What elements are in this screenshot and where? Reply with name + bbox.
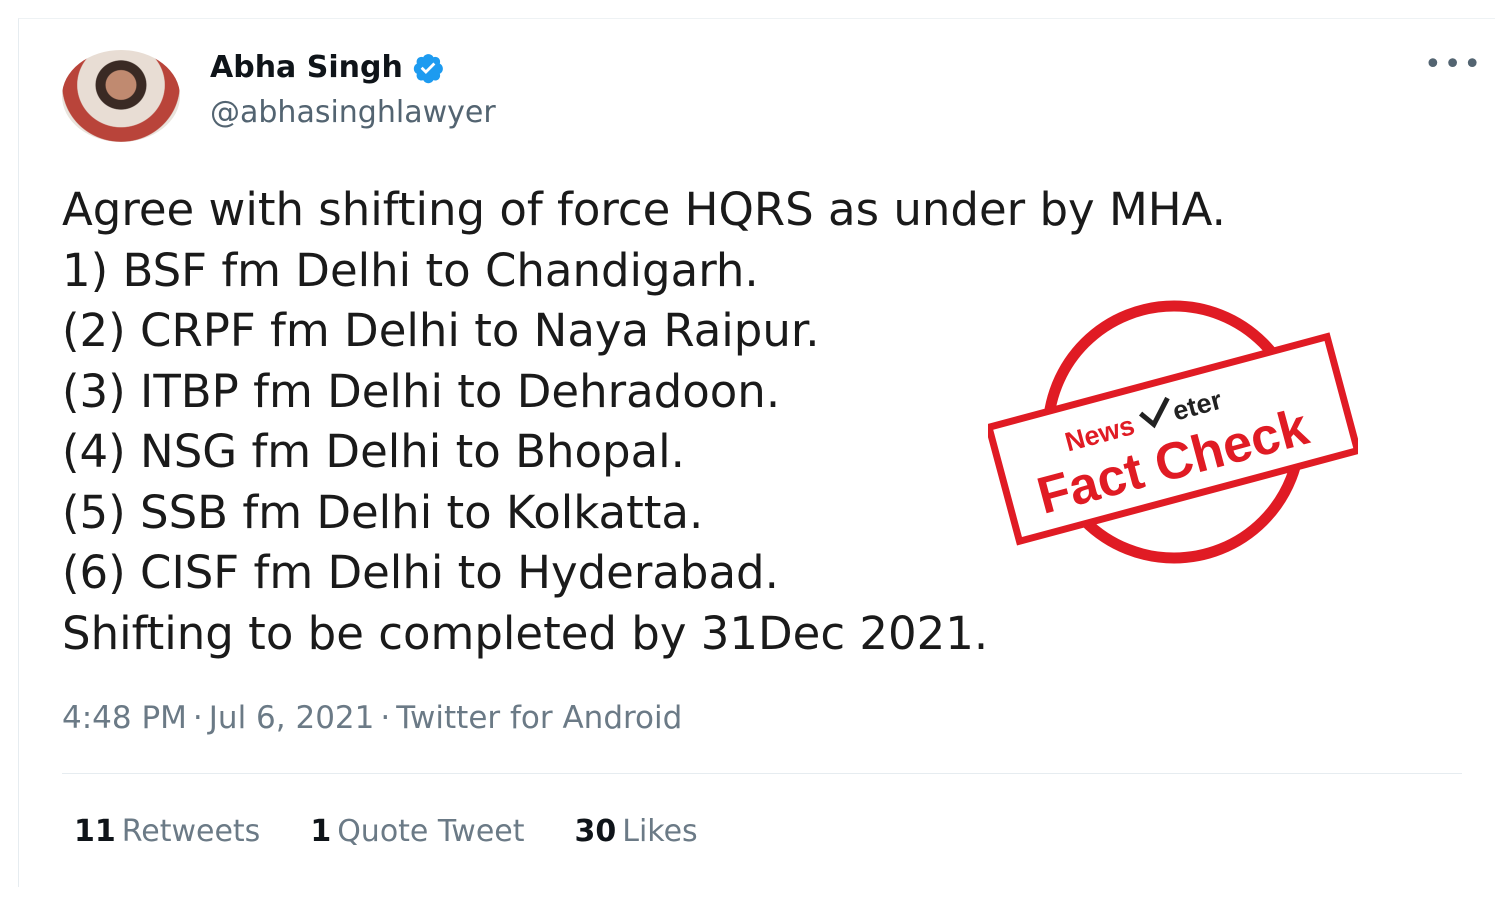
retweets-count: 11 [74, 814, 116, 849]
author-name[interactable]: Abha Singh [210, 50, 403, 85]
tweet-stats: 11 Retweets 1 Quote Tweet 30 Likes [74, 814, 698, 849]
quote-tweets-stat[interactable]: 1 Quote Tweet [310, 814, 524, 849]
retweets-label: Retweets [121, 814, 261, 849]
meta-separator: · [192, 700, 203, 736]
tweet-time[interactable]: 4:48 PM [62, 700, 187, 736]
fact-check-stamp: News eter Fact Check [988, 300, 1358, 564]
avatar[interactable] [62, 50, 180, 142]
likes-count: 30 [574, 814, 617, 849]
tweet-source[interactable]: Twitter for Android [396, 700, 682, 736]
retweets-stat[interactable]: 11 Retweets [74, 814, 260, 849]
meta-separator: · [380, 700, 391, 736]
author-handle[interactable]: @abhasinghlawyer [210, 95, 496, 130]
tweet-line: 1) BSF fm Delhi to Chandigarh. [62, 243, 759, 297]
likes-label: Likes [622, 814, 698, 849]
verified-badge-icon [413, 53, 443, 83]
quote-tweets-count: 1 [310, 814, 332, 849]
likes-stat[interactable]: 30 Likes [575, 814, 698, 849]
more-options-icon[interactable]: ••• [1424, 50, 1483, 80]
divider [62, 773, 1462, 774]
tweet-line: Shifting to be completed by 31Dec 2021. [62, 606, 989, 660]
author-name-row: Abha Singh [210, 50, 445, 85]
tweet-meta: 4:48 PM · Jul 6, 2021 · Twitter for Android [62, 700, 682, 736]
quote-tweets-label: Quote Tweet [337, 814, 525, 849]
tweet-date[interactable]: Jul 6, 2021 [209, 700, 375, 736]
tweet-line: Agree with shifting of force HQRS as und… [62, 183, 1226, 236]
